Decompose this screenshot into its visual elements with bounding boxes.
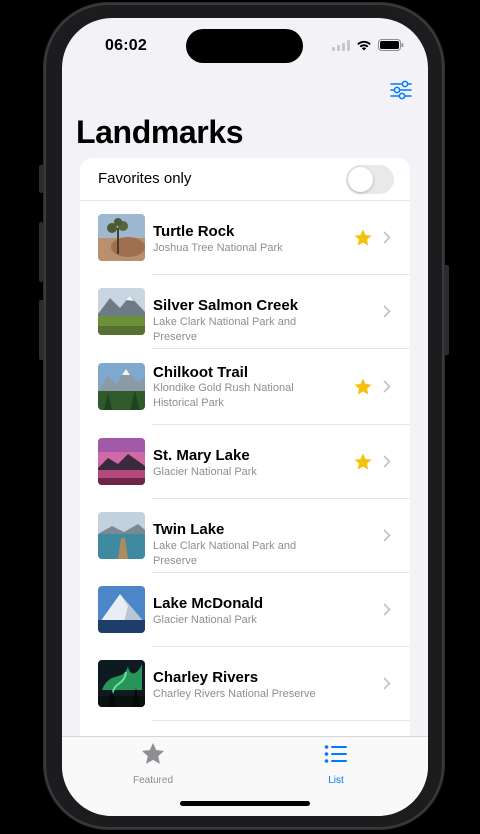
status-bar: 06:02: [62, 18, 428, 72]
cellular-signal-icon: [332, 39, 350, 51]
landmark-name: Lake McDonald: [153, 595, 264, 612]
mute-switch: [39, 165, 44, 193]
landmark-park: Glacier National Park: [153, 614, 257, 626]
landmark-park: Lake Clark National Park and Preserve: [153, 540, 297, 567]
page-title: Landmarks: [76, 114, 244, 150]
power-button: [444, 265, 449, 355]
row-divider: [152, 720, 410, 721]
wifi-icon: [357, 40, 371, 51]
landmark-name: Silver Salmon Creek: [153, 297, 299, 314]
chevron-right-icon: [383, 380, 391, 398]
chevron-right-icon: [383, 455, 391, 473]
dynamic-island: [186, 29, 303, 63]
tab-label: Featured: [132, 775, 174, 786]
landmark-park: Joshua Tree National Park: [153, 242, 283, 254]
favorite-star-icon: [353, 228, 373, 253]
landmark-park: Klondike Gold Rush National Historical P…: [153, 382, 294, 409]
status-time: 06:02: [105, 37, 147, 54]
landmark-name: Turtle Rock: [153, 223, 235, 240]
landmark-name: Chilkoot Trail: [153, 364, 249, 381]
slider-horizontal-icon: [390, 80, 412, 100]
favorites-label: Favorites only: [98, 170, 192, 187]
landmark-park: Charley Rivers National Preserve: [153, 688, 316, 700]
landmark-row-lake-mcdonald[interactable]: Lake McDonald Glacier National Park: [80, 573, 410, 647]
toggle-knob: [348, 167, 373, 192]
chevron-right-icon: [383, 305, 391, 323]
home-indicator: [180, 801, 310, 806]
landmark-row-st-mary-lake[interactable]: St. Mary Lake Glacier National Park: [80, 425, 410, 499]
landmark-park: Glacier National Park: [153, 466, 257, 478]
landmark-thumbnail: [98, 363, 145, 410]
landmark-row-charley-rivers[interactable]: Charley Rivers Charley Rivers National P…: [80, 647, 410, 721]
star-icon: [141, 742, 165, 764]
landmark-row-silver-salmon-creek[interactable]: Silver Salmon Creek Lake Clark National …: [80, 275, 410, 349]
tab-list[interactable]: List: [286, 741, 386, 786]
landmark-thumbnail: [98, 288, 145, 335]
landmark-thumbnail: [98, 512, 145, 559]
tab-featured[interactable]: Featured: [103, 741, 203, 786]
landmark-name: Charley Rivers: [153, 669, 259, 686]
landmark-name: St. Mary Lake: [153, 447, 250, 464]
landmark-thumbnail: [98, 438, 145, 485]
favorite-star-icon: [353, 377, 373, 402]
volume-up-button: [39, 222, 44, 282]
landmark-thumbnail: [98, 586, 145, 633]
chevron-right-icon: [383, 529, 391, 547]
landmark-park: Lake Clark National Park and Preserve: [153, 316, 297, 343]
favorites-toggle-row: Favorites only: [80, 158, 410, 201]
battery-icon: [378, 39, 404, 51]
landmark-list[interactable]: Favorites only Turtle Rock Joshua Tree N: [80, 158, 410, 798]
status-icons: [332, 39, 404, 51]
chevron-right-icon: [383, 231, 391, 249]
app-screen: 06:02 Landmarks Favorites only Turtle Ro…: [62, 18, 428, 816]
landmark-row-chilkoot-trail[interactable]: Chilkoot Trail Klondike Gold Rush Nation…: [80, 349, 410, 425]
landmark-thumbnail: [98, 214, 145, 261]
landmark-row-turtle-rock[interactable]: Turtle Rock Joshua Tree National Park: [80, 201, 410, 275]
chevron-right-icon: [383, 677, 391, 695]
volume-down-button: [39, 300, 44, 360]
chevron-right-icon: [383, 603, 391, 621]
tab-label: List: [328, 775, 344, 786]
favorite-star-icon: [353, 452, 373, 477]
landmark-name: Twin Lake: [153, 521, 225, 538]
filter-button[interactable]: [388, 78, 414, 102]
favorites-toggle[interactable]: [346, 165, 394, 194]
landmark-row-twin-lake[interactable]: Twin Lake Lake Clark National Park and P…: [80, 499, 410, 573]
list-icon: [324, 745, 347, 763]
landmark-thumbnail: [98, 660, 145, 707]
